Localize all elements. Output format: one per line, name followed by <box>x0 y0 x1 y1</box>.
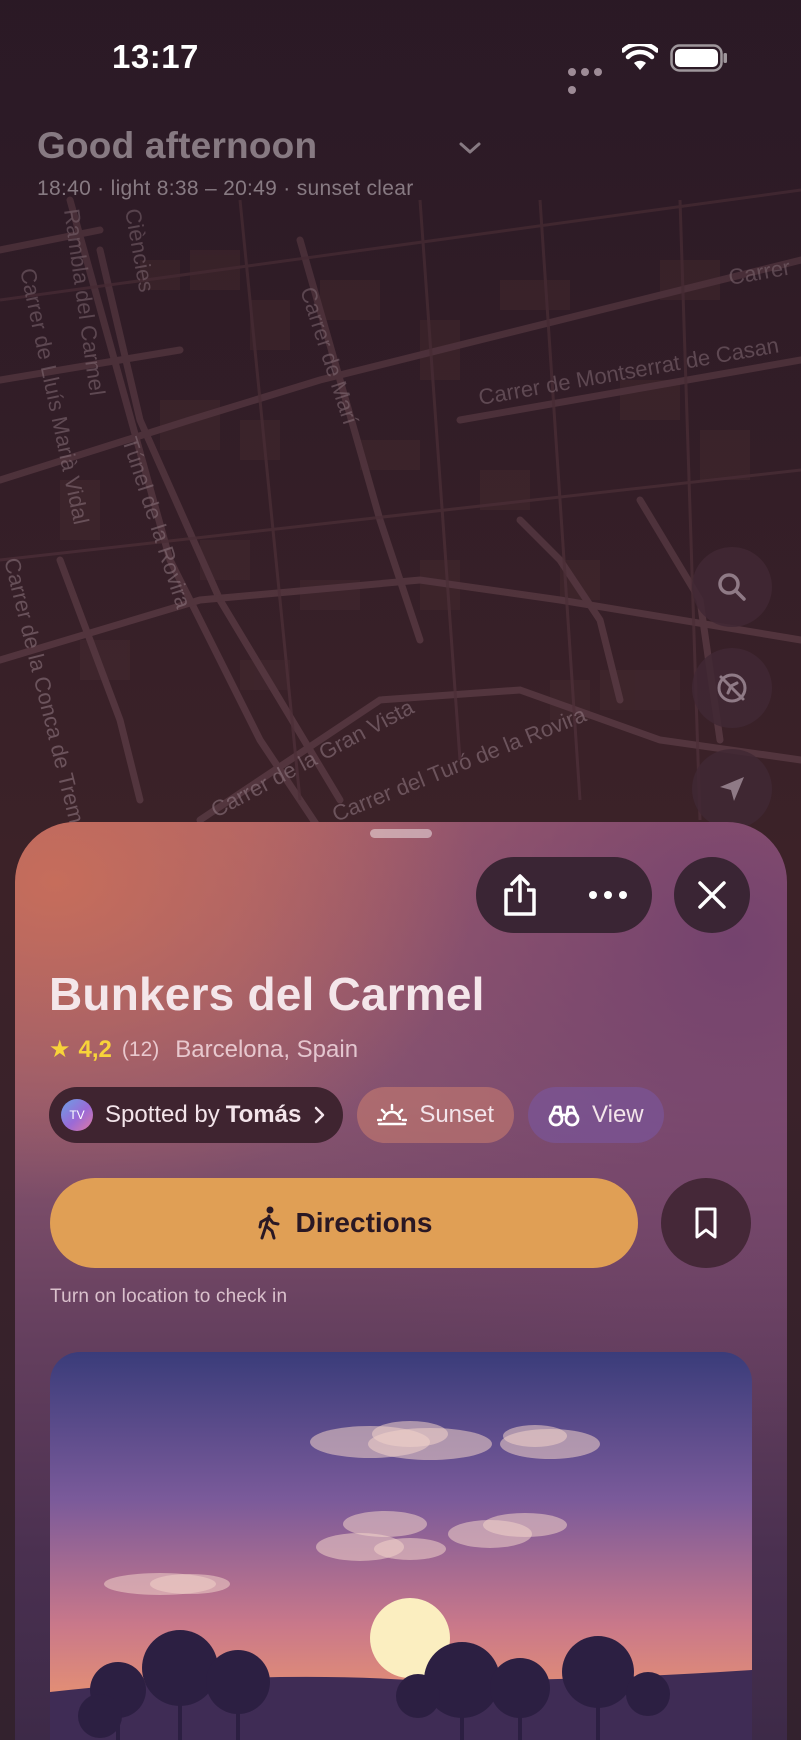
wifi-icon <box>622 44 658 70</box>
chevron-down-icon[interactable] <box>458 140 482 156</box>
place-title: Bunkers del Carmel <box>49 968 485 1020</box>
chevron-right-icon <box>315 1106 325 1124</box>
close-button[interactable] <box>674 857 750 933</box>
close-icon <box>698 881 726 909</box>
sunset-icon <box>377 1103 408 1126</box>
bookmark-button[interactable] <box>661 1178 751 1268</box>
greeting: Good afternoon 18:40 · light 8:38 – 20:4… <box>37 125 414 201</box>
sheet-handle[interactable] <box>370 829 432 838</box>
map-locate-button[interactable] <box>692 749 772 829</box>
spotted-name: Tomás <box>225 1101 302 1128</box>
status-time: 13:17 <box>112 38 199 75</box>
bookmark-icon <box>695 1207 717 1239</box>
star-icon: ★ <box>49 1036 71 1063</box>
place-sheet: Bunkers del Carmel ★ 4,2 (12) Barcelona,… <box>15 822 787 1740</box>
battery-icon <box>670 44 727 72</box>
rating-row: ★ 4,2 (12) Barcelona, Spain <box>49 1035 358 1064</box>
directions-button[interactable]: Directions <box>50 1178 638 1268</box>
status-bar: 13:17 <box>0 0 801 110</box>
rating-score: 4,2 <box>78 1035 112 1063</box>
check-in-hint: Turn on location to check in <box>50 1286 288 1307</box>
tag-chips: TV Spotted by Tomás Sunset View <box>49 1087 678 1143</box>
spotted-by-chip[interactable]: TV Spotted by Tomás <box>49 1087 344 1143</box>
binoculars-icon <box>548 1105 580 1127</box>
view-chip[interactable]: View <box>528 1087 664 1143</box>
spotted-prefix: Spotted by <box>105 1101 220 1128</box>
place-location: Barcelona, Spain <box>175 1035 359 1063</box>
location-arrow-icon <box>720 777 744 801</box>
place-photo[interactable] <box>50 1352 752 1740</box>
view-label: View <box>592 1101 644 1128</box>
more-icon[interactable] <box>588 890 628 900</box>
sunset-illustration <box>50 1352 752 1740</box>
review-count[interactable]: (12) <box>122 1038 159 1062</box>
sunset-chip[interactable]: Sunset <box>357 1087 515 1143</box>
avatar: TV <box>61 1099 93 1131</box>
search-icon <box>718 573 746 601</box>
cellular-signal-icon <box>568 63 616 94</box>
directions-label: Directions <box>295 1207 433 1238</box>
walking-icon <box>258 1206 280 1240</box>
map-search-button[interactable] <box>692 547 772 627</box>
compass-off-icon <box>717 673 747 703</box>
app-screen: Rambla del Carmel Carrer de Lluís Marià … <box>0 0 801 1740</box>
greeting-title: Good afternoon <box>37 125 318 166</box>
greeting-subtitle: 18:40 · light 8:38 – 20:49 · sunset clea… <box>37 177 414 200</box>
map-orientation-button[interactable] <box>692 648 772 728</box>
sunset-label: Sunset <box>419 1101 495 1128</box>
sheet-actions <box>476 857 652 933</box>
share-icon[interactable] <box>500 873 540 917</box>
